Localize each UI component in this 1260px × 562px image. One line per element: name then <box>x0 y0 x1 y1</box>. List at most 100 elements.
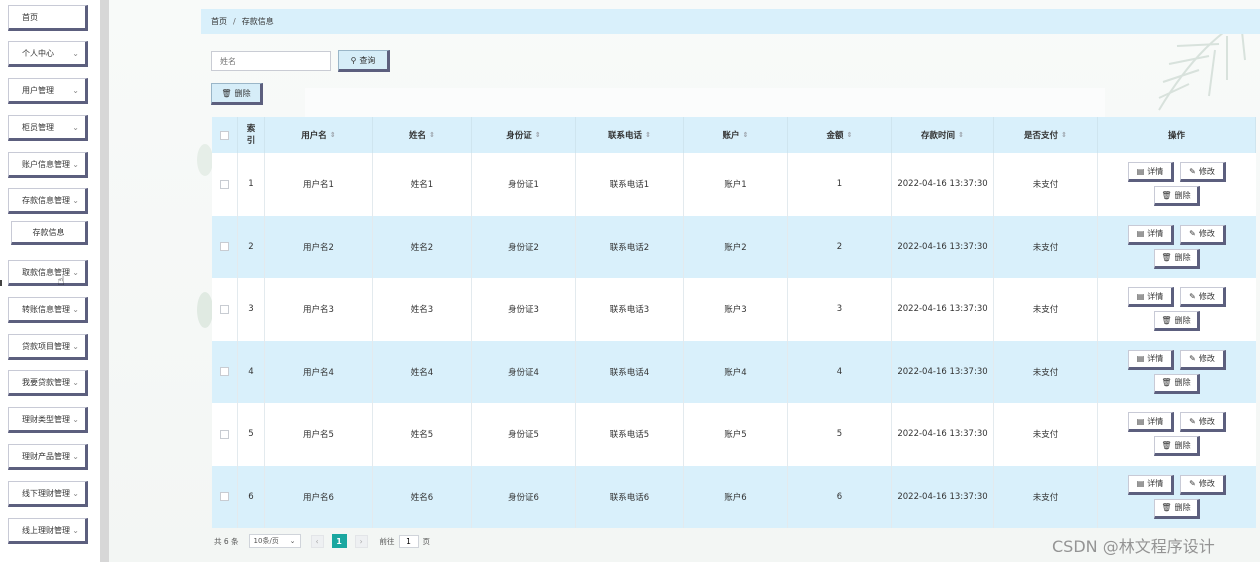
sidebar-item-label: 理财类型管理 <box>22 414 70 424</box>
sidebar-item[interactable]: 贷款项目管理 ⌄ <box>8 334 88 360</box>
table-row: 1 用户名1 姓名1 身份证1 联系电话1 账户1 1 2022-04-16 13:37:30… <box>212 153 1256 216</box>
sidebar-item[interactable]: 存款信息管理 ⌄ <box>8 188 88 214</box>
column-header[interactable]: 姓名 ⇕ <box>373 117 472 153</box>
chevron-down-icon: ⌄ <box>72 414 79 424</box>
sort-icon[interactable]: ⇕ <box>330 131 336 139</box>
delete-button[interactable]: 🗑 删除 <box>1154 248 1200 269</box>
column-header[interactable]: 账户 ⇕ <box>684 117 788 153</box>
sidebar-item[interactable]: 理财类型管理 ⌄ <box>8 407 88 433</box>
sidebar-item[interactable]: 取款信息管理 ⌄ <box>8 260 88 286</box>
sidebar-item[interactable]: 转账信息管理 ⌄ <box>8 297 88 323</box>
cell-paid: 未支付 <box>994 215 1098 278</box>
sort-icon[interactable]: ⇕ <box>743 131 749 139</box>
detail-icon: ▤ <box>1136 229 1145 239</box>
search-name-input[interactable] <box>211 51 331 71</box>
select-all-checkbox[interactable] <box>220 130 229 140</box>
column-header[interactable]: 用户名 ⇕ <box>265 117 373 153</box>
delete-button[interactable]: 🗑 删除 <box>1154 311 1200 332</box>
detail-button[interactable]: ▤ 详情 <box>1128 224 1174 245</box>
cell-paid: 未支付 <box>994 340 1098 403</box>
sort-icon[interactable]: ⇕ <box>645 131 651 139</box>
detail-button[interactable]: ▤ 详情 <box>1128 474 1174 495</box>
sidebar-item[interactable]: 理财产品管理 ⌄ <box>8 444 88 470</box>
bulk-delete-button[interactable]: 🗑 删除 <box>211 83 263 105</box>
edit-button[interactable]: ✎ 修改 <box>1180 474 1226 495</box>
sidebar-item[interactable]: 我要贷款管理 ⌄ <box>8 370 88 396</box>
row-checkbox[interactable] <box>220 304 229 314</box>
cell-phone: 联系电话5 <box>576 403 684 466</box>
row-checkbox[interactable] <box>220 492 229 502</box>
prev-page-button[interactable]: ‹ <box>310 534 324 548</box>
delete-button[interactable]: 🗑 删除 <box>1154 498 1200 519</box>
sidebar-item-label: 存款信息管理 <box>22 195 70 205</box>
row-actions-line: ▤ 详情 ✎ 修改 <box>1128 162 1226 183</box>
sidebar-item[interactable]: 柜员管理 ⌄ <box>8 115 88 141</box>
breadcrumb-home[interactable]: 首页 <box>211 16 227 27</box>
delete-button-label: 删除 <box>1174 315 1191 325</box>
edit-button[interactable]: ✎ 修改 <box>1180 412 1226 433</box>
delete-button-label: 删除 <box>1174 503 1191 513</box>
column-header-label: 用户名 <box>301 131 327 141</box>
gutter-marker <box>0 280 2 286</box>
sidebar-item-label: 个人中心 <box>22 48 54 58</box>
row-checkbox[interactable] <box>220 179 229 189</box>
detail-icon: ▤ <box>1136 166 1145 176</box>
detail-button[interactable]: ▤ 详情 <box>1128 349 1174 370</box>
delete-button[interactable]: 🗑 删除 <box>1154 186 1200 207</box>
goto-page-input[interactable] <box>398 534 419 548</box>
sort-icon[interactable]: ⇕ <box>847 131 853 139</box>
sort-icon[interactable]: ⇕ <box>535 131 541 139</box>
search-button-label: 查询 <box>359 55 376 65</box>
cell-username: 用户名3 <box>265 278 373 341</box>
sidebar-item[interactable]: 用户管理 ⌄ <box>8 78 88 104</box>
sidebar-item[interactable]: 线下理财管理 ⌄ <box>8 481 88 507</box>
pagination-total: 共 6 条 <box>214 536 239 546</box>
sort-icon[interactable]: ⇕ <box>958 131 964 139</box>
page-number-1[interactable]: 1 <box>331 534 347 548</box>
cell-phone: 联系电话6 <box>576 465 684 528</box>
edit-button[interactable]: ✎ 修改 <box>1180 224 1226 245</box>
edit-button-label: 修改 <box>1198 166 1215 176</box>
column-header[interactable]: 联系电话 ⇕ <box>576 117 684 153</box>
sidebar-subitem-deposit-info[interactable]: 存款信息 <box>11 221 88 245</box>
sidebar-item[interactable]: 个人中心 ⌄ <box>8 41 88 67</box>
edit-button[interactable]: ✎ 修改 <box>1180 287 1226 308</box>
detail-button[interactable]: ▤ 详情 <box>1128 287 1174 308</box>
sidebar-item[interactable]: 账户信息管理 ⌄ <box>8 152 88 178</box>
delete-button[interactable]: 🗑 删除 <box>1154 373 1200 394</box>
row-checkbox[interactable] <box>220 242 229 252</box>
row-actions: ▤ 详情 ✎ 修改 🗑 删除 <box>1128 162 1226 207</box>
sidebar-item[interactable]: 首页 <box>8 5 88 31</box>
column-header[interactable]: 金额 ⇕ <box>788 117 892 153</box>
column-header[interactable]: 身份证 ⇕ <box>472 117 576 153</box>
page-size-select[interactable]: 10条/页 ⌄ <box>248 534 301 548</box>
cell-id-card: 身份证1 <box>472 153 576 216</box>
column-header[interactable]: 是否支付 ⇕ <box>994 117 1098 153</box>
detail-button[interactable]: ▤ 详情 <box>1128 162 1174 183</box>
breadcrumb-current: 存款信息 <box>241 17 274 26</box>
sort-icon[interactable]: ⇕ <box>1061 131 1067 139</box>
edit-button[interactable]: ✎ 修改 <box>1180 162 1226 183</box>
cell-id-card: 身份证3 <box>472 278 576 341</box>
sidebar-item[interactable]: 线上理财管理 ⌄ <box>8 518 88 544</box>
delete-button[interactable]: 🗑 删除 <box>1154 436 1200 457</box>
detail-button-label: 详情 <box>1147 291 1164 301</box>
detail-icon: ▤ <box>1136 416 1145 426</box>
row-checkbox[interactable] <box>220 367 229 377</box>
edit-button[interactable]: ✎ 修改 <box>1180 349 1226 370</box>
edit-icon: ✎ <box>1189 354 1196 364</box>
select-all-cell <box>212 117 238 153</box>
edit-button-label: 修改 <box>1198 291 1215 301</box>
delete-button-label: 删除 <box>1174 378 1191 388</box>
cell-name: 姓名3 <box>373 278 472 341</box>
edit-icon: ✎ <box>1189 166 1196 176</box>
search-button[interactable]: ⚲ 查询 <box>338 50 390 72</box>
row-checkbox[interactable] <box>220 429 229 439</box>
cell-account: 账户4 <box>684 340 788 403</box>
detail-button[interactable]: ▤ 详情 <box>1128 412 1174 433</box>
sidebar-menu: 首页 个人中心 ⌄ 用户管理 ⌄ 柜员管理 ⌄ 账户信息管理 ⌄ 存款信息管理 ⌄ 存款信息 取款信息管… <box>0 0 100 562</box>
column-header[interactable]: 存款时间 ⇕ <box>892 117 994 153</box>
next-page-button[interactable]: › <box>354 534 368 548</box>
sort-icon[interactable]: ⇕ <box>429 131 435 139</box>
cell-amount: 4 <box>788 340 892 403</box>
